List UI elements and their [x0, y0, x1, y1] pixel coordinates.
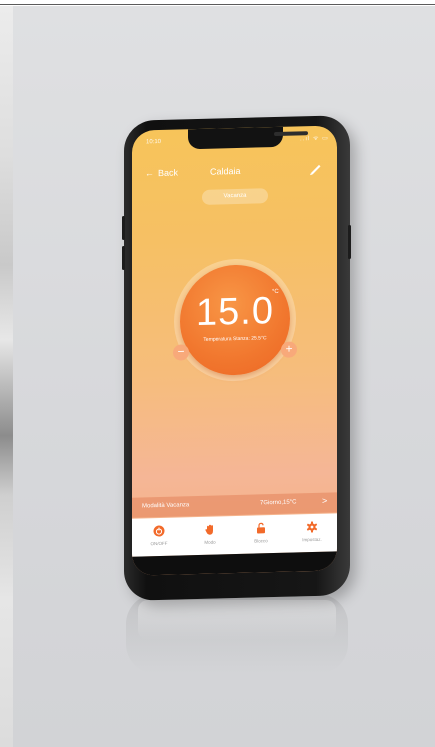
phone-reflection [126, 594, 348, 674]
app-header: ← Back Caldaia [132, 161, 337, 184]
back-button[interactable]: ← Back [145, 168, 178, 179]
unlock-icon [257, 522, 265, 534]
notch [188, 126, 308, 150]
volume-button [122, 215, 125, 241]
back-arrow-icon: ← [145, 168, 154, 179]
tab-mode-label: Modo [204, 539, 216, 545]
edit-icon[interactable] [308, 162, 322, 176]
vacation-mode-value: 7Giorno,15°C [260, 499, 297, 507]
tab-mode[interactable]: Modo [185, 516, 235, 555]
increase-temp-button[interactable]: + [281, 341, 297, 358]
phone-device: 10:10 ..ıl ᯤ ▭ ← Back Caldaia Vacanza 15.… [122, 115, 351, 601]
mode-pill[interactable]: Vacanza [202, 188, 268, 205]
vacation-mode-label: Modalità Vacanza [142, 502, 190, 510]
home-indicator-area [132, 551, 337, 576]
background-photo-edge [0, 6, 13, 747]
reflection-highlight [138, 600, 336, 640]
room-temperature-label: Temperatura Stanza: 25.5°C [203, 335, 267, 343]
back-label: Back [158, 167, 179, 179]
chevron-right-icon: > [322, 495, 328, 506]
tab-onoff[interactable]: ON/OFF [134, 517, 184, 556]
app-screen: 10:10 ..ıl ᯤ ▭ ← Back Caldaia Vacanza 15.… [132, 125, 337, 576]
status-time: 10:10 [146, 138, 162, 146]
hand-icon [205, 524, 213, 535]
page-title: Caldaia [210, 165, 241, 177]
tab-settings[interactable]: Impostaz. [287, 513, 337, 552]
status-icons: ..ıl ᯤ ▭ [300, 135, 329, 143]
bottom-tab-bar: ON/OFF Modo Blocco Impostaz. [132, 513, 337, 557]
setpoint-unit: °C [272, 288, 279, 296]
power-button [348, 225, 351, 260]
volume-button-2 [122, 245, 125, 271]
tab-lock[interactable]: Blocco [236, 515, 286, 554]
power-icon [153, 525, 165, 537]
tab-lock-label: Blocco [254, 538, 268, 544]
tab-settings-label: Impostaz. [302, 536, 322, 543]
top-rule [0, 4, 435, 5]
tab-onoff-label: ON/OFF [150, 540, 168, 547]
gear-icon [306, 521, 318, 533]
setpoint-value: 15.0 [196, 290, 274, 335]
